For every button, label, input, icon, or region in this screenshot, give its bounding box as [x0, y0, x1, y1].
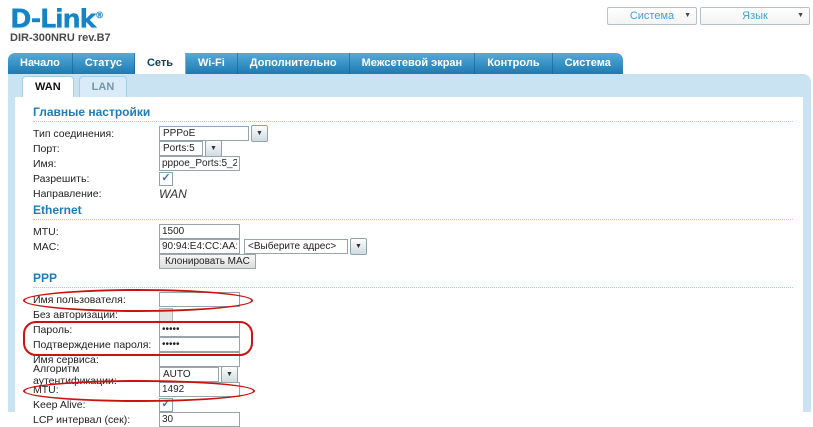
connection-type-value: PPPoE: [159, 126, 249, 141]
chevron-down-icon[interactable]: ▼: [205, 140, 222, 157]
keep-alive-label: Keep Alive:: [33, 399, 159, 411]
chevron-down-icon[interactable]: ▼: [221, 366, 238, 383]
enable-label: Разрешить:: [33, 173, 159, 185]
password-label: Пароль:: [33, 324, 159, 336]
username-row: Имя пользователя:: [33, 292, 793, 307]
username-input[interactable]: [159, 292, 240, 307]
tab-control[interactable]: Контроль: [475, 53, 552, 74]
tab-home[interactable]: Начало: [8, 53, 73, 74]
auth-algorithm-row: Алгоритм аутентификации: AUTO ▼: [33, 367, 793, 382]
no-auth-row: Без авторизации:: [33, 307, 793, 322]
lcp-interval-input[interactable]: [159, 412, 240, 427]
password-confirm-row: Подтверждение пароля:: [33, 337, 793, 352]
mac-row: MAC: <Выберите адрес> ▼: [33, 239, 793, 254]
clone-mac-row: Клонировать MAC: [33, 254, 793, 269]
subtab-lan[interactable]: LAN: [79, 76, 128, 97]
auth-algorithm-select[interactable]: AUTO ▼: [159, 366, 238, 383]
password-confirm-input[interactable]: [159, 337, 240, 352]
clone-mac-button[interactable]: Клонировать MAC: [159, 254, 256, 269]
passwords-wrapper: Пароль: Подтверждение пароля:: [33, 322, 793, 352]
section-title-ethernet: Ethernet: [33, 203, 793, 217]
chevron-down-icon[interactable]: ▼: [251, 125, 268, 142]
port-value: Ports:5: [159, 141, 203, 156]
ppp-mtu-wrapper: MTU:: [33, 382, 793, 397]
username-label: Имя пользователя:: [33, 294, 159, 306]
section-divider: [33, 287, 793, 288]
keep-alive-row: Keep Alive: ✓: [33, 397, 793, 412]
tab-status[interactable]: Статус: [73, 53, 135, 74]
tab-wifi[interactable]: Wi-Fi: [186, 53, 238, 74]
mac-input[interactable]: [159, 239, 240, 254]
top-right-menus: Система ▼ Язык ▼: [607, 7, 810, 25]
section-divider: [33, 219, 793, 220]
direction-label: Направление:: [33, 188, 159, 200]
ppp-mtu-label: MTU:: [33, 384, 159, 396]
section-title-ppp: PPP: [33, 271, 793, 285]
main-tabbar: Начало Статус Сеть Wi-Fi Дополнительно М…: [8, 53, 623, 74]
dlink-logo-text: D-Link®: [10, 3, 111, 33]
language-menu-label: Язык: [742, 10, 768, 22]
language-menu-dropdown[interactable]: Язык ▼: [700, 7, 810, 25]
system-menu-dropdown[interactable]: Система ▼: [607, 7, 697, 25]
username-row-wrapper: Имя пользователя:: [33, 292, 793, 307]
mac-address-select[interactable]: <Выберите адрес> ▼: [244, 238, 367, 255]
password-row: Пароль:: [33, 322, 793, 337]
name-label: Имя:: [33, 158, 159, 170]
direction-row: Направление: WAN: [33, 186, 793, 201]
port-select[interactable]: Ports:5 ▼: [159, 140, 222, 157]
section-divider: [33, 121, 793, 122]
lcp-interval-label: LCP интервал (сек):: [33, 414, 159, 426]
enable-checkbox[interactable]: ✓: [159, 172, 173, 186]
ethernet-mtu-input[interactable]: [159, 224, 240, 239]
mac-select-value: <Выберите адрес>: [244, 239, 348, 254]
name-row: Имя:: [33, 156, 793, 171]
chevron-down-icon[interactable]: ▼: [350, 238, 367, 255]
tab-network[interactable]: Сеть: [135, 53, 186, 74]
subtab-strip: WAN LAN: [8, 74, 811, 97]
mac-label: MAC:: [33, 241, 159, 253]
connection-type-label: Тип соединения:: [33, 128, 159, 140]
password-input[interactable]: [159, 322, 240, 337]
system-menu-label: Система: [630, 10, 674, 22]
connection-type-row: Тип соединения: PPPoE ▼: [33, 126, 793, 141]
port-row: Порт: Ports:5 ▼: [33, 141, 793, 156]
dlink-logo: D-Link® DIR-300NRU rev.B7: [10, 3, 111, 44]
checkmark-icon: ✓: [161, 399, 170, 410]
tab-advanced[interactable]: Дополнительно: [238, 53, 350, 74]
ethernet-mtu-label: MTU:: [33, 226, 159, 238]
name-input[interactable]: [159, 156, 240, 171]
keep-alive-checkbox[interactable]: ✓: [159, 398, 173, 412]
checkmark-icon: ✓: [161, 173, 170, 184]
content-panel: Главные настройки Тип соединения: PPPoE …: [8, 97, 811, 412]
chevron-down-icon: ▼: [797, 12, 804, 19]
enable-row: Разрешить: ✓: [33, 171, 793, 186]
lcp-interval-row: LCP интервал (сек):: [33, 412, 793, 427]
ppp-mtu-row: MTU:: [33, 382, 793, 397]
subtabs: WAN LAN: [22, 76, 127, 97]
tab-system[interactable]: Система: [553, 53, 623, 74]
device-model-label: DIR-300NRU rev.B7: [10, 32, 111, 44]
tab-firewall[interactable]: Межсетевой экран: [350, 53, 476, 74]
direction-value: WAN: [159, 187, 187, 201]
ethernet-mtu-row: MTU:: [33, 224, 793, 239]
auth-algorithm-value: AUTO: [159, 367, 219, 382]
service-name-input[interactable]: [159, 352, 240, 367]
section-title-main: Главные настройки: [33, 105, 793, 119]
subtab-wan[interactable]: WAN: [22, 76, 74, 97]
chevron-down-icon: ▼: [684, 12, 691, 19]
ppp-mtu-input[interactable]: [159, 382, 240, 397]
no-auth-label: Без авторизации:: [33, 309, 159, 321]
registered-mark: ®: [95, 11, 104, 21]
no-auth-checkbox[interactable]: [159, 308, 173, 322]
password-confirm-label: Подтверждение пароля:: [33, 339, 159, 351]
port-label: Порт:: [33, 143, 159, 155]
